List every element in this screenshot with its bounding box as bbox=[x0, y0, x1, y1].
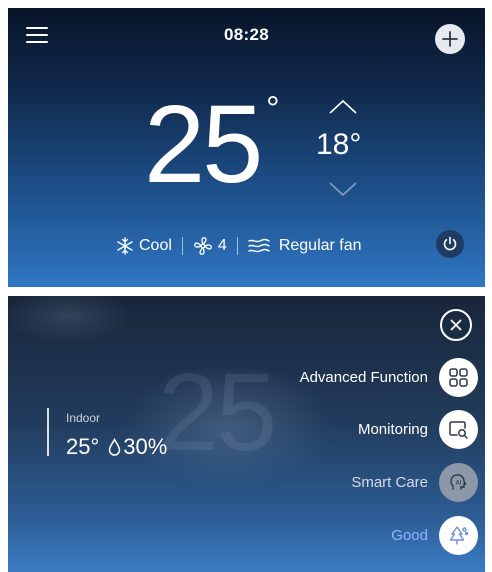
plus-icon bbox=[442, 31, 458, 47]
set-temperature: 18° bbox=[316, 128, 362, 161]
indoor-temperature: 25° bbox=[66, 434, 100, 459]
status-row: Cool 4 Regular fan bbox=[116, 234, 362, 258]
menu-item-label: Advanced Function bbox=[299, 368, 428, 386]
wind-icon bbox=[248, 238, 270, 253]
ai-care-icon: AI bbox=[450, 473, 467, 490]
indoor-humidity: 30% bbox=[123, 434, 168, 459]
chevron-up-icon bbox=[329, 99, 357, 114]
chevron-down-icon bbox=[329, 182, 357, 197]
divider bbox=[181, 237, 183, 255]
clock: 08:28 bbox=[224, 25, 269, 44]
menu-item-air-quality[interactable]: Good bbox=[391, 515, 478, 555]
menu-item-circle bbox=[439, 357, 478, 397]
close-icon bbox=[450, 319, 462, 331]
background-temperature: 25 bbox=[158, 351, 277, 474]
indoor-divider bbox=[47, 408, 49, 456]
fan-speed-value: 4 bbox=[217, 237, 227, 254]
power-icon bbox=[443, 236, 457, 251]
current-temperature: 25 bbox=[144, 83, 263, 206]
menu-item-smart-care[interactable]: Smart Care AI bbox=[351, 462, 478, 502]
close-button[interactable] bbox=[440, 309, 472, 341]
monitor-search-icon bbox=[449, 420, 468, 439]
menu-item-advanced-function[interactable]: Advanced Function bbox=[300, 357, 478, 397]
mode-label: Cool bbox=[139, 237, 172, 254]
menu-item-label: Smart Care bbox=[351, 473, 428, 491]
menu-item-circle bbox=[439, 515, 478, 555]
indoor-readings: 25° 30% bbox=[66, 434, 167, 460]
fan-mode-label: Regular fan bbox=[278, 237, 362, 254]
air-quality-icon bbox=[449, 525, 469, 545]
grid-icon bbox=[449, 367, 468, 387]
indoor-label: Indoor bbox=[66, 411, 101, 425]
fan-speed-selector[interactable]: 4 bbox=[193, 236, 227, 256]
snowflake-icon bbox=[117, 237, 133, 255]
menu-item-circle bbox=[439, 409, 478, 449]
temperature-up-button[interactable] bbox=[328, 98, 358, 116]
ac-overlay-menu-screen: 25 Indoor 25° 30% Advanced Function Moni… bbox=[8, 296, 485, 572]
add-button[interactable] bbox=[435, 24, 465, 54]
ac-main-screen: 08:28 25 ° 18° Cool 4 Regular fan bbox=[8, 8, 485, 287]
menu-item-monitoring[interactable]: Monitoring bbox=[358, 409, 478, 449]
divider bbox=[236, 237, 238, 255]
mode-selector[interactable]: Cool bbox=[116, 237, 172, 255]
menu-item-label: Monitoring bbox=[357, 420, 428, 438]
power-button[interactable] bbox=[436, 230, 464, 258]
fan-mode-selector[interactable]: Regular fan bbox=[248, 237, 362, 255]
temperature-down-button[interactable] bbox=[328, 180, 358, 198]
humidity-drop-icon bbox=[109, 438, 121, 456]
current-temperature-unit: ° bbox=[266, 90, 280, 128]
fan-icon bbox=[194, 237, 212, 255]
menu-item-label: Good bbox=[391, 526, 428, 544]
svg-text:AI: AI bbox=[456, 479, 462, 486]
menu-item-circle: AI bbox=[439, 462, 478, 502]
